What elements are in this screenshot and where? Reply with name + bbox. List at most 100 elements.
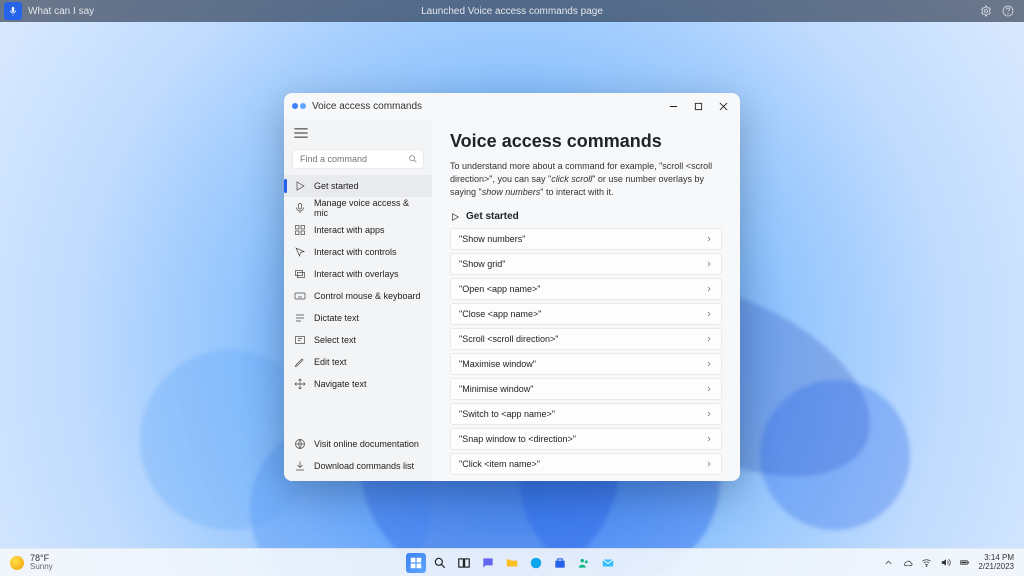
clock[interactable]: 3:14 PM2/21/2023 <box>978 554 1014 572</box>
voice-status: Launched Voice access commands page <box>421 6 603 17</box>
onedrive-icon[interactable] <box>902 557 913 568</box>
sidebar-item-overlays[interactable]: Interact with overlays <box>284 263 432 285</box>
command-item[interactable]: "Switch to <app name>" <box>450 403 722 425</box>
sidebar-item-select[interactable]: Select text <box>284 329 432 351</box>
play-icon <box>294 180 306 192</box>
select-text-icon <box>294 334 306 346</box>
search-icon <box>433 556 447 570</box>
chevron-right-icon <box>705 360 713 368</box>
chevron-right-icon <box>705 410 713 418</box>
voice-commands-window: Voice access commands Get started Manage… <box>284 93 740 481</box>
chevron-right-icon <box>705 260 713 268</box>
sidebar-item-label: Select text <box>314 335 356 345</box>
sidebar-footer: Visit online documentation Download comm… <box>284 433 432 481</box>
close-icon[interactable] <box>719 102 728 111</box>
sidebar-item-get-started[interactable]: Get started <box>284 175 432 197</box>
wifi-icon[interactable] <box>921 557 932 568</box>
minimize-icon[interactable] <box>669 102 678 111</box>
mail-button[interactable] <box>598 553 618 573</box>
chevron-right-icon <box>705 435 713 443</box>
search-icon <box>408 154 418 164</box>
command-item[interactable]: "Snap window to <direction>" <box>450 428 722 450</box>
command-item[interactable]: "Maximise window" <box>450 353 722 375</box>
nav-list: Get started Manage voice access & mic In… <box>284 175 432 395</box>
sidebar-item-label: Visit online documentation <box>314 439 419 449</box>
search-field[interactable] <box>292 149 424 169</box>
app-icon <box>292 103 306 109</box>
taskview-button[interactable] <box>454 553 474 573</box>
app-button[interactable] <box>574 553 594 573</box>
taskbar: 78°FSunny 3:14 PM2/21/2023 <box>0 548 1024 576</box>
explorer-button[interactable] <box>502 553 522 573</box>
content-pane: Voice access commands To understand more… <box>432 119 740 481</box>
mail-icon <box>601 556 615 570</box>
section-heading: Get started <box>450 211 722 222</box>
download-icon <box>294 460 306 472</box>
chat-button[interactable] <box>478 553 498 573</box>
text-icon <box>294 312 306 324</box>
sidebar-item-controls[interactable]: Interact with controls <box>284 241 432 263</box>
sidebar-item-navigate[interactable]: Navigate text <box>284 373 432 395</box>
voice-prompt: What can I say <box>28 6 94 17</box>
play-outline-icon <box>450 212 460 222</box>
sidebar-item-label: Interact with overlays <box>314 269 399 279</box>
windows-icon <box>409 556 423 570</box>
hamburger-button[interactable] <box>284 121 432 149</box>
chevron-right-icon <box>705 310 713 318</box>
titlebar[interactable]: Voice access commands <box>284 93 740 119</box>
weather-widget[interactable]: 78°FSunny <box>0 554 53 571</box>
sidebar-item-apps[interactable]: Interact with apps <box>284 219 432 241</box>
weather-cond: Sunny <box>30 563 53 571</box>
people-icon <box>577 556 591 570</box>
move-icon <box>294 378 306 390</box>
store-icon <box>553 556 567 570</box>
system-tray[interactable]: 3:14 PM2/21/2023 <box>883 554 1024 572</box>
edge-button[interactable] <box>526 553 546 573</box>
command-item[interactable]: "Show numbers" <box>450 228 722 250</box>
command-item[interactable]: "Show grid" <box>450 253 722 275</box>
search-button[interactable] <box>430 553 450 573</box>
sidebar-item-download[interactable]: Download commands list <box>284 455 432 477</box>
window-title: Voice access commands <box>312 101 422 112</box>
voice-access-bar: What can I say Launched Voice access com… <box>0 0 1024 22</box>
globe-icon <box>294 438 306 450</box>
chevron-right-icon <box>705 335 713 343</box>
command-item[interactable]: "Scroll <scroll direction>" <box>450 328 722 350</box>
volume-icon[interactable] <box>940 557 951 568</box>
chevron-right-icon <box>705 460 713 468</box>
sidebar-item-edit[interactable]: Edit text <box>284 351 432 373</box>
mic-small-icon <box>294 202 306 214</box>
settings-icon[interactable] <box>980 5 992 17</box>
chevron-right-icon <box>705 385 713 393</box>
folder-icon <box>505 556 519 570</box>
chevron-up-icon[interactable] <box>883 557 894 568</box>
sidebar-item-dictate[interactable]: Dictate text <box>284 307 432 329</box>
sidebar-item-docs[interactable]: Visit online documentation <box>284 433 432 455</box>
battery-icon[interactable] <box>959 557 970 568</box>
store-button[interactable] <box>550 553 570 573</box>
sidebar-item-manage-mic[interactable]: Manage voice access & mic <box>284 197 432 219</box>
hamburger-icon <box>294 128 308 138</box>
sidebar-item-label: Download commands list <box>314 461 414 471</box>
command-item[interactable]: "Click <item name>" <box>450 453 722 475</box>
search-input[interactable] <box>292 149 424 169</box>
command-item[interactable]: "Open <app name>" <box>450 278 722 300</box>
sidebar-item-label: Edit text <box>314 357 347 367</box>
page-heading: Voice access commands <box>450 131 722 152</box>
mic-icon <box>8 6 18 16</box>
mic-button[interactable] <box>4 2 22 20</box>
start-button[interactable] <box>406 553 426 573</box>
command-item[interactable]: "Close <app name>" <box>450 303 722 325</box>
sidebar-item-label: Dictate text <box>314 313 359 323</box>
sidebar-item-label: Manage voice access & mic <box>314 198 422 218</box>
intro-text: To understand more about a command for e… <box>450 160 722 199</box>
sidebar-item-mouse[interactable]: Control mouse & keyboard <box>284 285 432 307</box>
command-item[interactable]: "Minimise window" <box>450 378 722 400</box>
maximize-icon[interactable] <box>694 102 703 111</box>
help-icon[interactable] <box>1002 5 1014 17</box>
weather-icon <box>10 556 24 570</box>
sidebar-item-label: Get started <box>314 181 359 191</box>
command-list: "Show numbers" "Show grid" "Open <app na… <box>450 228 722 475</box>
overlay-icon <box>294 268 306 280</box>
taskbar-center <box>406 553 618 573</box>
